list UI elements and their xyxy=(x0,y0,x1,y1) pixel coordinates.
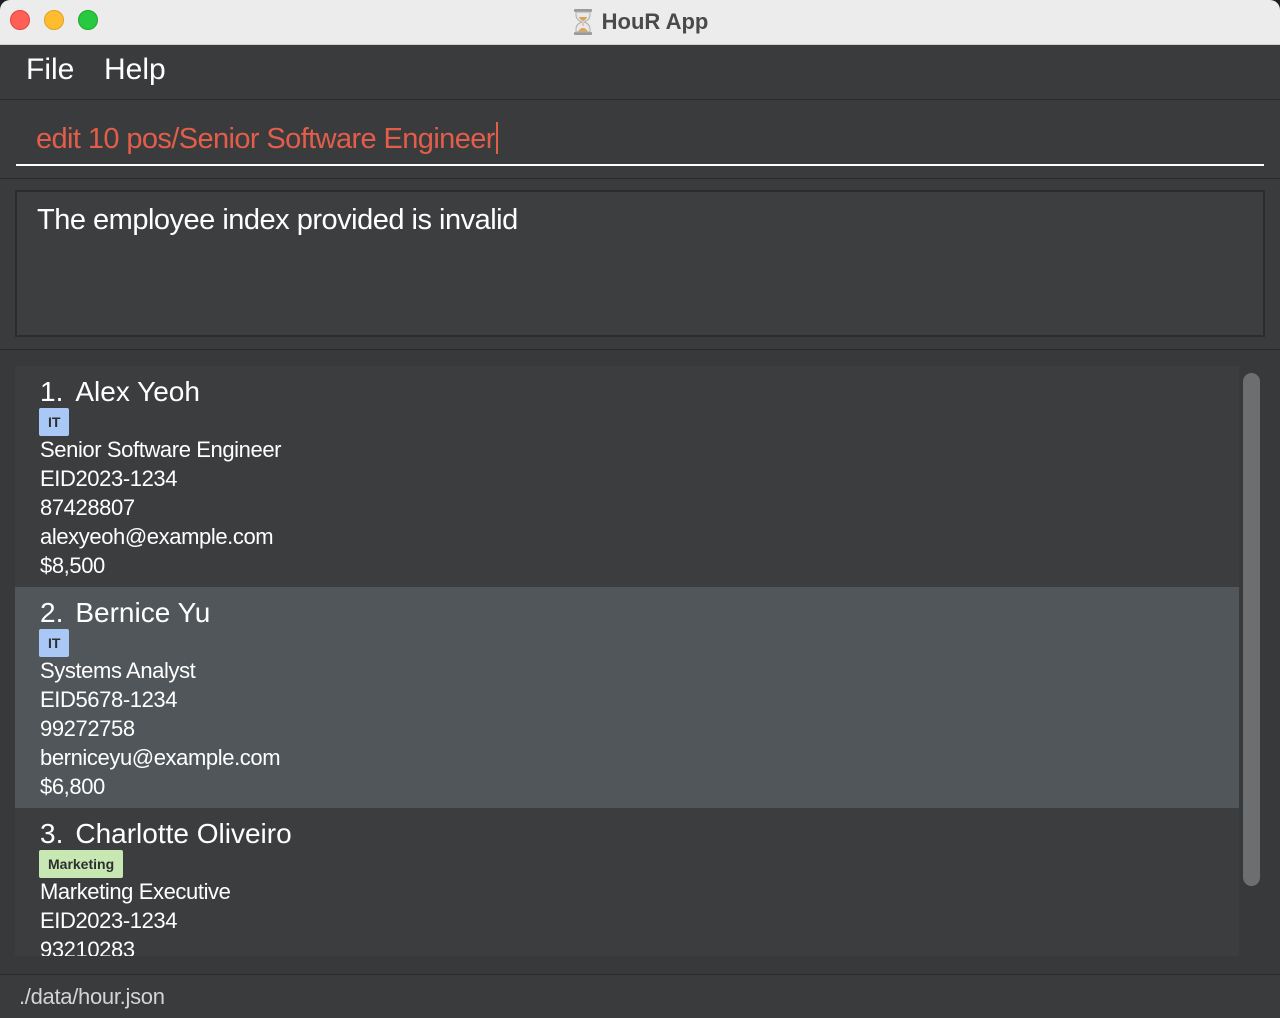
employee-card-selected[interactable]: 2. Bernice Yu IT Systems Analyst EID5678-… xyxy=(15,587,1239,808)
employee-id: EID2023-1234 xyxy=(40,908,178,933)
window-title: HouR App xyxy=(601,9,709,34)
employee-email: berniceyu@example.com xyxy=(40,745,281,770)
app-window: HouR App File Help edit 10 pos/Senior So… xyxy=(0,0,1280,1018)
menu-file[interactable]: File xyxy=(26,53,74,87)
department-tag: Marketing xyxy=(39,850,124,878)
data-file-path: ./data/hour.json xyxy=(19,984,165,1009)
result-display-panel: The employee index provided is invalid xyxy=(0,179,1280,350)
command-input-text: edit 10 pos/Senior Software Engineer xyxy=(36,122,498,156)
list-scrollbar-thumb[interactable] xyxy=(1243,373,1260,886)
employee-salary: $8,500 xyxy=(40,553,105,578)
employee-id: EID5678-1234 xyxy=(40,687,178,712)
employee-name: Charlotte Oliveiro xyxy=(75,818,292,849)
menu-help[interactable]: Help xyxy=(104,53,166,87)
employee-name: Alex Yeoh xyxy=(75,376,200,407)
employee-name: Bernice Yu xyxy=(75,597,211,628)
command-value: edit 10 pos/Senior Software Engineer xyxy=(36,123,495,155)
employee-phone: 87428807 xyxy=(40,495,135,520)
employee-phone: 99272758 xyxy=(40,716,135,741)
result-display[interactable]: The employee index provided is invalid xyxy=(15,190,1265,337)
employee-id: EID2023-1234 xyxy=(40,466,178,491)
employee-list-panel: 1. Alex Yeoh IT Senior Software Engineer … xyxy=(0,350,1280,974)
hourglass-icon xyxy=(573,9,592,35)
employee-name-row: 2. Bernice Yu xyxy=(40,597,210,629)
department-tag: IT xyxy=(39,629,70,657)
title-bar[interactable]: HouR App xyxy=(0,0,1280,45)
status-bar: ./data/hour.json xyxy=(0,974,1280,1018)
employee-list[interactable]: 1. Alex Yeoh IT Senior Software Engineer … xyxy=(15,366,1239,956)
text-caret xyxy=(495,122,498,154)
command-input[interactable]: edit 10 pos/Senior Software Engineer xyxy=(16,110,1264,166)
employee-card[interactable]: 1. Alex Yeoh IT Senior Software Engineer … xyxy=(15,366,1239,587)
employee-salary: $6,800 xyxy=(40,774,105,799)
employee-card[interactable]: 3. Charlotte Oliveiro Marketing Marketing… xyxy=(15,808,1239,956)
menu-bar: File Help xyxy=(0,45,1280,100)
employee-position: Systems Analyst xyxy=(40,658,196,683)
command-box: edit 10 pos/Senior Software Engineer xyxy=(0,100,1280,179)
employee-index: 1. xyxy=(40,376,64,407)
employee-phone: 93210283 xyxy=(40,937,135,956)
employee-email: alexyeoh@example.com xyxy=(40,524,274,549)
department-tag: IT xyxy=(39,408,70,436)
employee-name-row: 1. Alex Yeoh xyxy=(40,376,200,408)
employee-name-row: 3. Charlotte Oliveiro xyxy=(40,818,292,850)
employee-position: Marketing Executive xyxy=(40,879,231,904)
employee-index: 3. xyxy=(40,818,64,849)
employee-index: 2. xyxy=(40,597,64,628)
employee-position: Senior Software Engineer xyxy=(40,437,282,462)
result-message: The employee index provided is invalid xyxy=(37,204,518,236)
window-title-group: HouR App xyxy=(0,0,1280,44)
